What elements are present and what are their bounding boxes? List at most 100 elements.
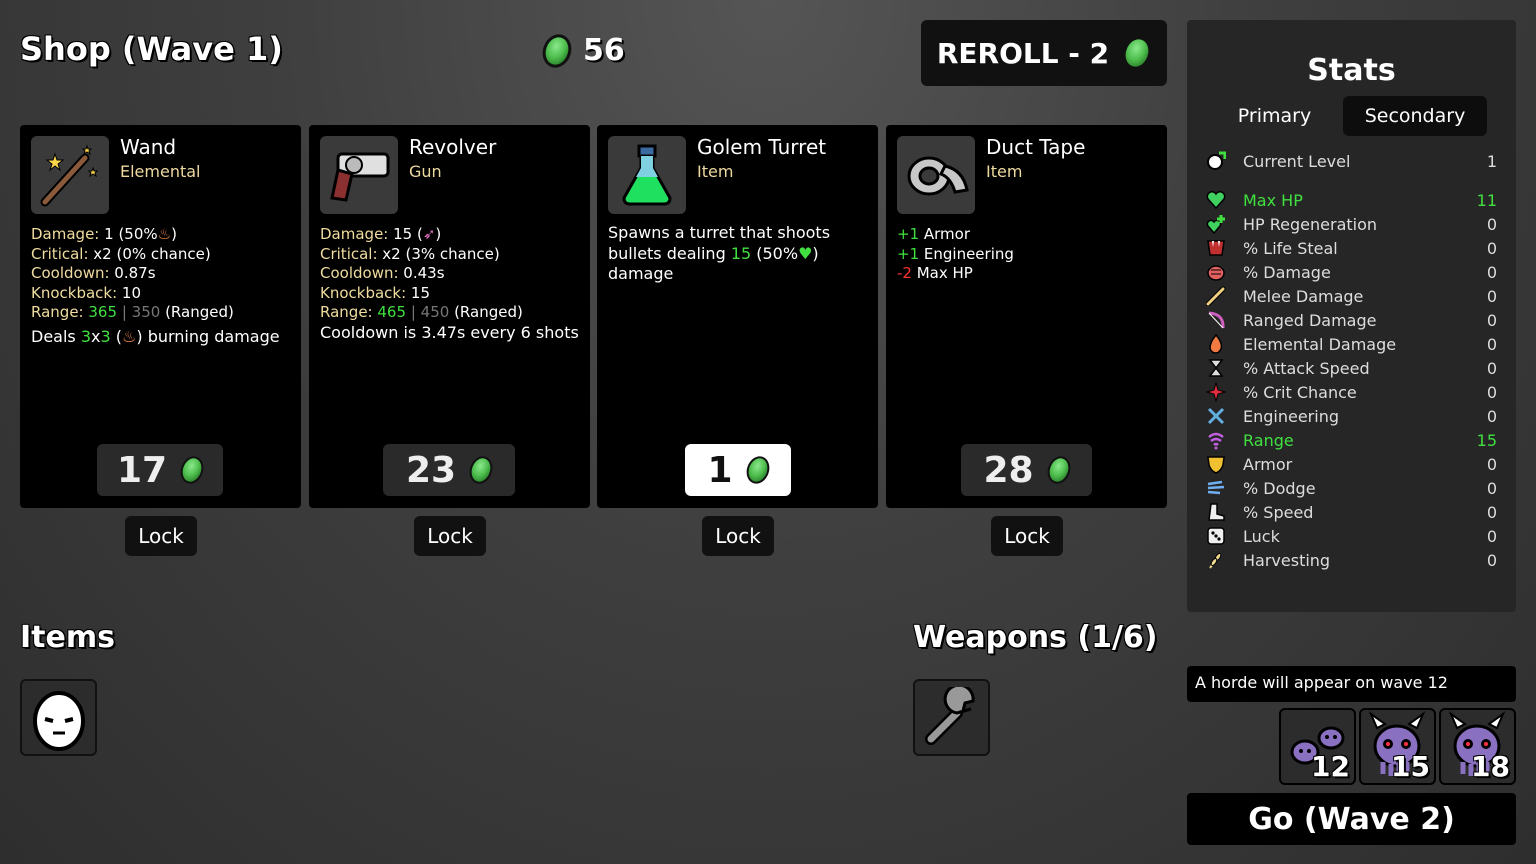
stat-row-speed: % Speed 0 [1205, 500, 1497, 524]
stat-row-max-hp: Max HP 11 [1205, 188, 1497, 212]
stat-value: 0 [1486, 286, 1497, 306]
stat-label: % Damage [1243, 262, 1331, 282]
buy-price-button[interactable]: 17 [97, 444, 223, 496]
stat-key: Cooldown: [320, 264, 399, 282]
wand-icon [31, 136, 109, 214]
stat-label: % Life Steal [1243, 238, 1338, 258]
shop-title: Shop (Wave 1) [20, 30, 283, 68]
stat-label: % Speed [1243, 502, 1314, 522]
bow-icon [1205, 309, 1227, 331]
stat-value: 0 [1486, 454, 1497, 474]
effect-line: +1 Armor [897, 225, 1157, 245]
stat-value: 0 [1486, 406, 1497, 426]
stat-row-elemental-damage: Elemental Damage 0 [1205, 332, 1497, 356]
enemy-preview: 18 [1439, 708, 1516, 785]
materials-amount: 56 [583, 33, 625, 68]
stat-base-value: 450 [420, 303, 450, 321]
stat-row-life-steal: % Life Steal 0 [1205, 236, 1497, 260]
go-next-wave-button[interactable]: Go (Wave 2) [1187, 793, 1516, 845]
card-type: Elemental [120, 162, 201, 181]
stat-key: Knockback: [31, 283, 118, 302]
stat-value: 0 [1486, 382, 1497, 402]
stat-row-range: Range 15 [1205, 428, 1497, 452]
stat-value: 0 [1486, 334, 1497, 354]
stat-row-ranged-damage: Ranged Damage 0 [1205, 308, 1497, 332]
effect-value: 15 [730, 243, 752, 263]
stat-value: 0 [1486, 238, 1497, 258]
flame-icon: ♨ [122, 326, 137, 346]
damage-fist-icon [1205, 261, 1227, 283]
buy-price-button[interactable]: 28 [961, 444, 1092, 496]
tab-primary[interactable]: Primary [1217, 96, 1332, 136]
stat-value: x2 (0% chance) [88, 244, 211, 263]
stat-key: Damage: [320, 225, 389, 243]
stat-label: Melee Damage [1243, 286, 1364, 306]
stat-row-armor: Armor 0 [1205, 452, 1497, 476]
stat-label: Ranged Damage [1243, 310, 1377, 330]
stat-value: 15 [406, 283, 431, 302]
effect-label: Engineering [919, 244, 1014, 263]
stat-label: Armor [1243, 454, 1293, 474]
card-name: Revolver [409, 135, 497, 159]
stat-base-value: 350 [131, 303, 161, 321]
material-coin-icon [465, 453, 497, 487]
reroll-button[interactable]: REROLL - 2 [921, 20, 1167, 86]
stat-label: Current Level [1243, 151, 1351, 171]
stat-value: 0 [1486, 358, 1497, 378]
wrench-cross-icon [1205, 405, 1227, 427]
card-type: Item [986, 162, 1023, 181]
material-coin-icon [742, 453, 773, 487]
item-slot[interactable] [20, 679, 97, 756]
tab-secondary[interactable]: Secondary [1343, 96, 1487, 136]
effect-amount: +1 [897, 244, 920, 263]
shop-card-revolver: Revolver Gun Damage: 15 (➶) Critical: x2… [309, 125, 590, 508]
card-stats: Damage: 1 (50%♨) Critical: x2 (0% chance… [31, 225, 280, 346]
price-value: 28 [983, 449, 1034, 491]
duct-tape-icon [897, 136, 975, 214]
lock-button[interactable]: Lock [414, 516, 486, 556]
weapon-slot[interactable] [913, 679, 990, 756]
effect-value: 3 [80, 326, 92, 346]
stat-key: Critical: [31, 244, 89, 263]
stat-row-melee-damage: Melee Damage 0 [1205, 284, 1497, 308]
stat-label: Range [1243, 430, 1294, 450]
stat-value: 10 [117, 283, 142, 302]
hourglass-icon [1205, 357, 1227, 379]
lock-button[interactable]: Lock [125, 516, 197, 556]
card-stats: Damage: 15 (➶) Critical: x2 (3% chance) … [320, 225, 579, 342]
price-value: 17 [116, 449, 168, 491]
stat-value: 465 [377, 303, 407, 321]
wheat-icon [1205, 549, 1227, 571]
lock-button[interactable]: Lock [702, 516, 774, 556]
effect-amount: -2 [897, 264, 912, 282]
stat-suffix: (Ranged) [449, 303, 523, 321]
material-coin-icon [176, 453, 208, 487]
price-value: 1 [707, 449, 733, 491]
stat-row-hp-regeneration: HP Regeneration 0 [1205, 212, 1497, 236]
stat-label: Harvesting [1243, 550, 1331, 570]
stat-label: % Dodge [1243, 478, 1316, 498]
items-title: Items [20, 620, 115, 655]
buy-price-button[interactable]: 1 [685, 444, 791, 496]
horde-notice: A horde will appear on wave 12 [1187, 666, 1516, 702]
enemy-preview: 12 [1279, 708, 1356, 785]
effect-amount: +1 [897, 225, 920, 243]
heart-icon [1205, 189, 1227, 211]
stat-value: 0 [1486, 262, 1497, 282]
stat-label: % Attack Speed [1243, 358, 1370, 378]
dice-icon [1205, 525, 1227, 547]
card-type: Item [697, 162, 734, 181]
effect-text: x [91, 326, 101, 346]
enemy-preview: 15 [1359, 708, 1436, 785]
stat-value: 0 [1486, 478, 1497, 498]
hp-regen-icon [1205, 213, 1227, 235]
effect-line: +1 Engineering [897, 245, 1157, 265]
stat-row-harvesting: Harvesting 0 [1205, 548, 1497, 572]
card-type: Gun [409, 162, 442, 181]
stat-value: 0 [1486, 502, 1497, 522]
buy-price-button[interactable]: 23 [383, 444, 515, 496]
lock-button[interactable]: Lock [991, 516, 1063, 556]
stat-key: Critical: [320, 244, 378, 263]
stat-value: 15 ( [388, 225, 423, 243]
effect-label: Armor [919, 225, 971, 243]
